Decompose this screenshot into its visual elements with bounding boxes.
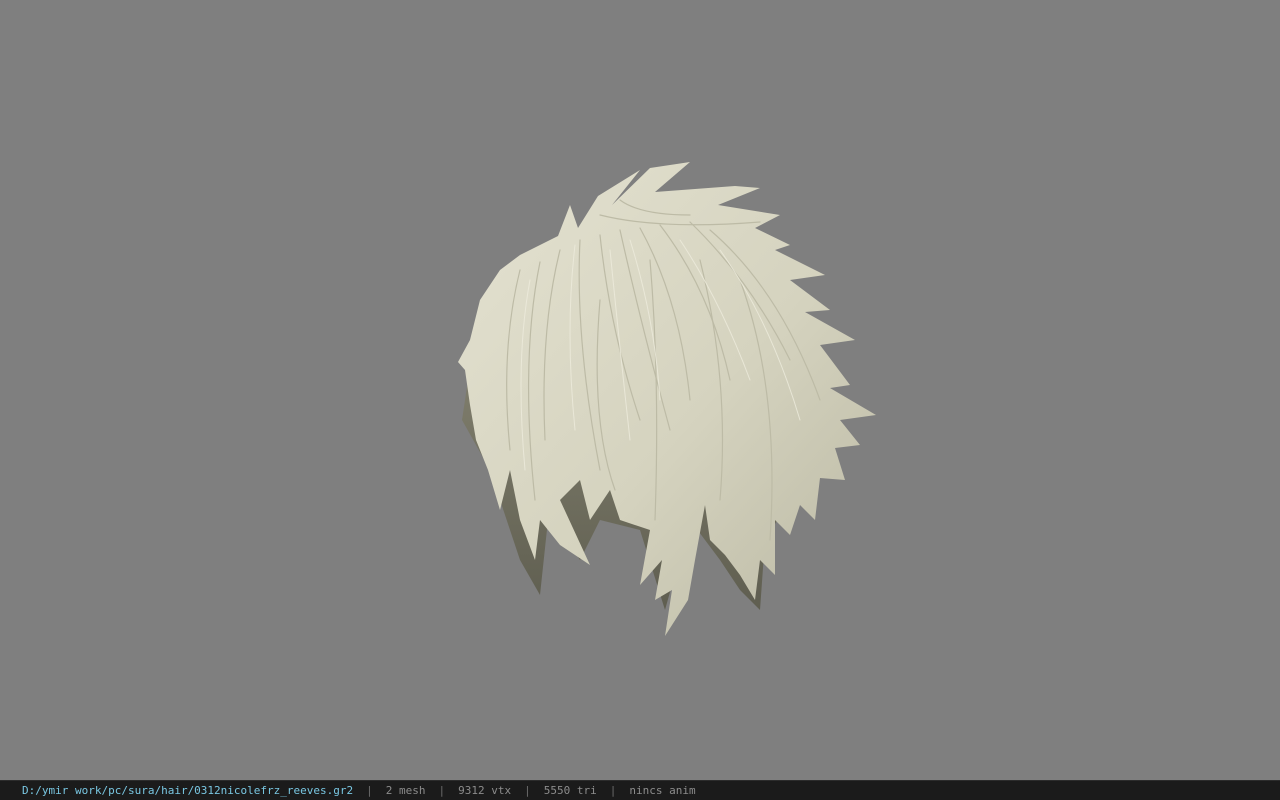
status-bar: D:/ymir work/pc/sura/hair/0312nicolefrz_…: [0, 780, 1280, 800]
animation-status: nincs anim: [629, 784, 696, 797]
separator: |: [524, 784, 531, 797]
separator: |: [438, 784, 446, 797]
separator: |: [609, 784, 617, 797]
hair-model[interactable]: [440, 150, 900, 650]
3d-viewport[interactable]: [0, 0, 1280, 780]
separator: |: [366, 784, 373, 797]
file-path: D:/ymir work/pc/sura/hair/0312nicolefrz_…: [22, 784, 354, 797]
mesh-count: 2 mesh: [385, 784, 426, 797]
vertex-count: 9312 vtx: [458, 784, 512, 797]
triangle-count: 5550 tri: [543, 784, 597, 797]
